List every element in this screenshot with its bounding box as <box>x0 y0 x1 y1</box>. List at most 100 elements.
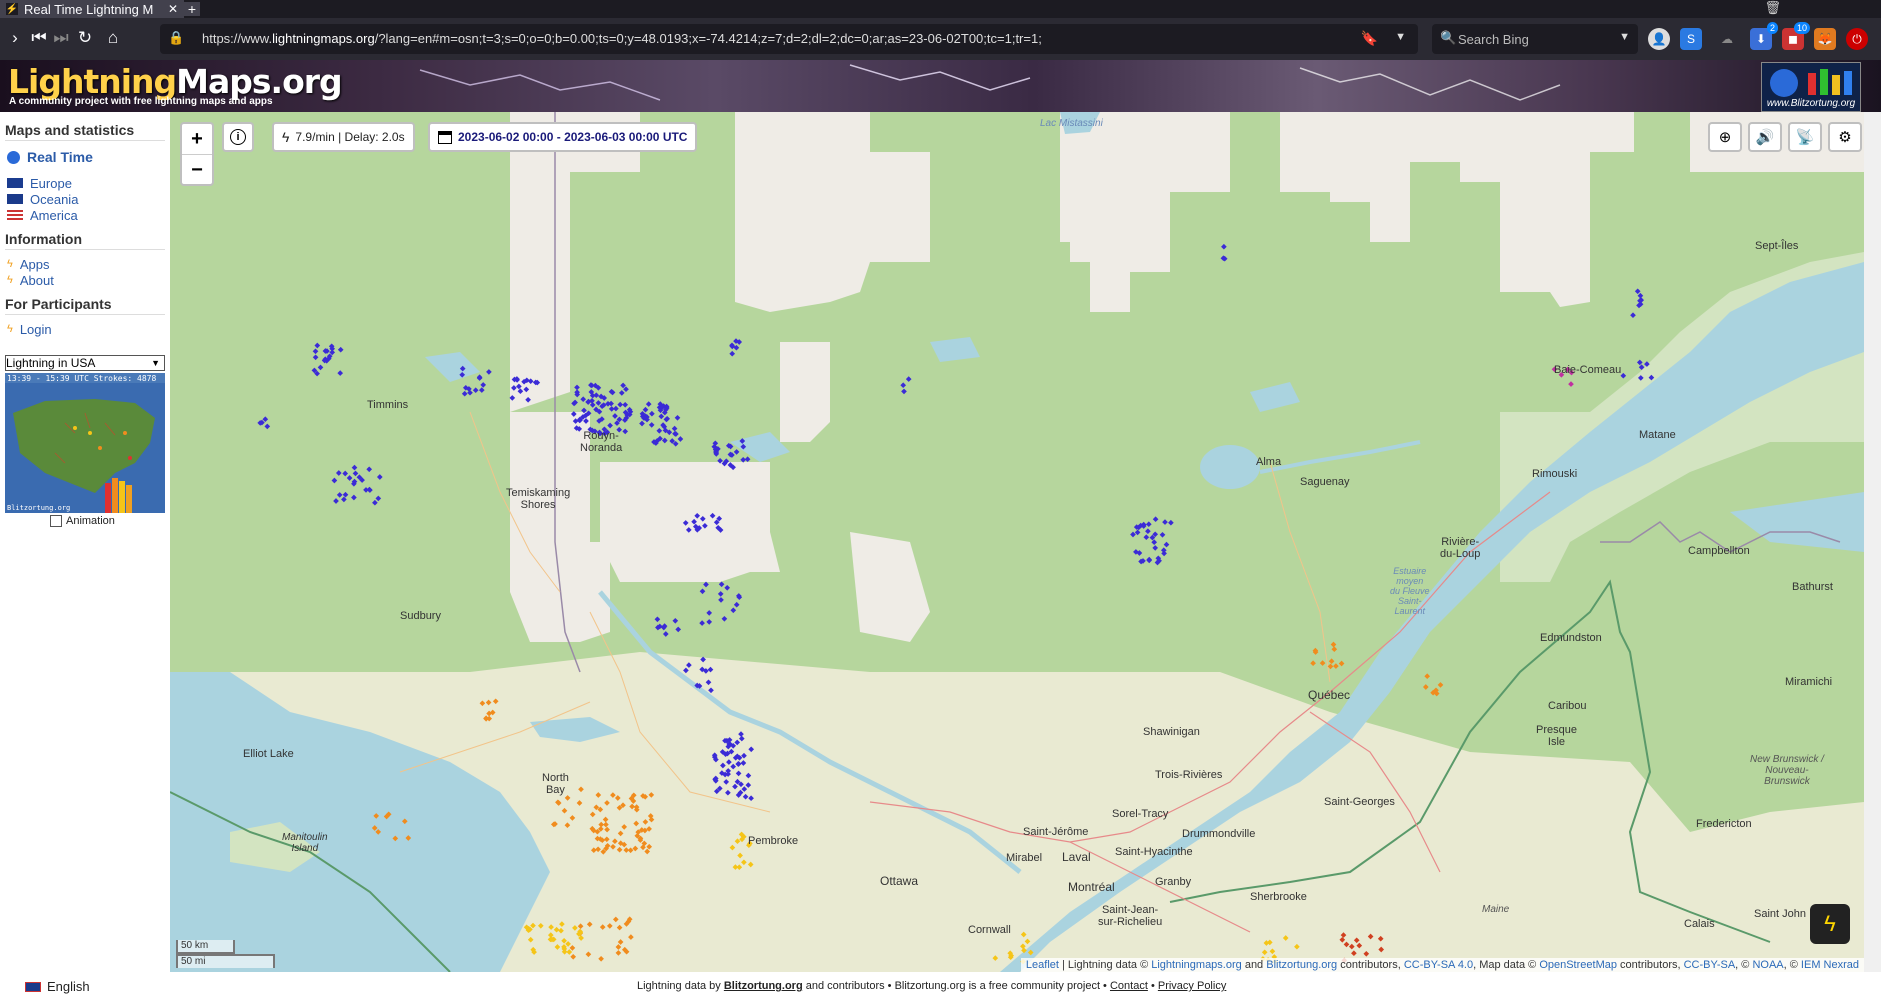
map-label: Saint-Jérôme <box>1023 826 1089 838</box>
lightning-strike-marker <box>1162 519 1168 525</box>
url-text[interactable]: https://www.lightningmaps.org/?lang=en#m… <box>202 31 1042 46</box>
disabled-extension-icon[interactable]: ☁ <box>1716 28 1738 50</box>
browser-tab[interactable]: ⚡ Real Time Lightning M ✕ <box>0 0 184 18</box>
animation-checkbox[interactable] <box>50 515 62 527</box>
sound-button[interactable]: 🔊 <box>1748 122 1782 152</box>
zoom-in-button[interactable]: + <box>182 124 212 155</box>
language-selector[interactable]: English <box>25 979 90 994</box>
adblock-icon[interactable]: ◼ 10 <box>1782 22 1810 50</box>
trash-icon[interactable]: 🗑 <box>1764 0 1781 16</box>
lightning-strike-marker <box>480 382 487 388</box>
date-range-selector[interactable]: 2023-06-02 00:00 - 2023-06-03 00:00 UTC <box>428 122 698 152</box>
lightning-strike-marker <box>685 527 692 533</box>
privacy-policy-link[interactable]: Privacy Policy <box>1158 980 1226 992</box>
power-extension-icon[interactable]: ⏻ <box>1846 28 1868 50</box>
map-label: Shawinigan <box>1143 726 1200 738</box>
lightning-strike-marker <box>1424 673 1431 680</box>
blitzortung-link[interactable]: Blitzortung.org <box>1266 959 1337 971</box>
lightning-strike-marker <box>732 783 738 790</box>
lightning-strike-marker <box>262 416 269 423</box>
lightning-strike-marker <box>658 413 665 420</box>
map-label: Saint-Georges <box>1324 796 1395 808</box>
animation-toggle[interactable]: Animation <box>50 515 115 527</box>
search-bar[interactable]: 🔍 Search Bing ▼ <box>1432 24 1638 54</box>
sidebar-item-about[interactable]: ϟ About <box>7 272 170 288</box>
blitzortung-app-button[interactable]: ϟ <box>1810 904 1850 944</box>
usa-lightning-thumbnail[interactable]: 13:39 - 15:39 UTC Strokes: 4878 Blitzort… <box>5 373 165 513</box>
close-tab-icon[interactable]: ✕ <box>168 2 178 16</box>
map-label: Granby <box>1155 876 1192 888</box>
lightning-strike-marker <box>537 922 544 929</box>
contact-link[interactable]: Contact <box>1110 980 1148 992</box>
lightningmaps-link[interactable]: Lightningmaps.org <box>1151 959 1242 971</box>
lightning-strike-marker <box>1339 936 1346 943</box>
eu-flag-icon <box>7 178 23 188</box>
extension-badge-icon[interactable]: ⬇ 2 <box>1750 22 1778 50</box>
account-icon[interactable]: 👤 <box>1648 28 1670 50</box>
lightning-strike-marker <box>603 836 610 843</box>
attribution-text: | Lightning data © <box>1058 959 1152 971</box>
lightning-strike-marker <box>342 491 349 498</box>
lightning-strike-marker <box>662 631 669 637</box>
osm-link[interactable]: OpenStreetMap <box>1539 959 1617 971</box>
page-scrollbar[interactable] <box>1864 112 1881 972</box>
license-link[interactable]: CC-BY-SA 4.0 <box>1404 959 1473 971</box>
sidebar-item-apps[interactable]: ϟ Apps <box>7 256 170 272</box>
lightning-strike-marker <box>748 746 755 753</box>
locate-button[interactable]: ⊕ <box>1708 122 1742 152</box>
leaflet-link[interactable]: Leaflet <box>1026 959 1059 971</box>
sidebar-item-america[interactable]: America <box>7 207 170 223</box>
sidebar-item-europe[interactable]: Europe <box>7 175 170 191</box>
map-label: Rimouski <box>1532 468 1578 480</box>
credits-text: and contributors • Blitzortung.org is a … <box>802 980 1110 992</box>
license-link[interactable]: CC-BY-SA <box>1684 959 1736 971</box>
sidebar-item-oceania[interactable]: Oceania <box>7 191 170 207</box>
skip-back-icon[interactable]: ⏮ <box>28 27 50 49</box>
lightning-map[interactable]: Lac Mistassini Timmins Rouyn- Noranda Te… <box>170 112 1864 972</box>
lightning-strike-marker <box>312 354 319 361</box>
shield-lock-icon[interactable]: 🔒 <box>168 30 184 46</box>
new-tab-button[interactable]: + <box>184 2 200 16</box>
lightning-strike-marker <box>366 486 373 493</box>
stations-button[interactable]: 📡 <box>1788 122 1822 152</box>
lightning-strike-marker <box>735 770 742 777</box>
fox-extension-icon[interactable]: 🦊 <box>1814 28 1836 50</box>
lightning-strike-marker <box>479 700 486 707</box>
address-bar[interactable]: 🔒 https://www.lightningmaps.org/?lang=en… <box>160 24 1418 54</box>
chevron-down-icon[interactable]: ▼ <box>1619 31 1630 43</box>
lightning-strike-marker <box>1644 361 1650 367</box>
lightning-strike-marker <box>734 739 741 746</box>
map-label: Alma <box>1256 456 1282 468</box>
iem-link[interactable]: IEM Nexrad <box>1801 959 1859 971</box>
lightning-strike-marker <box>351 464 358 471</box>
zoom-out-button[interactable]: − <box>182 155 212 185</box>
region-select[interactable]: Lightning in USA ▼ <box>5 355 165 371</box>
map-label: Saint John <box>1754 908 1806 920</box>
bookmark-icon[interactable]: 🔖 <box>1361 30 1378 47</box>
noaa-link[interactable]: NOAA <box>1752 959 1783 971</box>
reload-icon[interactable]: ↻ <box>74 27 96 49</box>
lightning-strike-marker <box>741 786 748 792</box>
lightning-strike-marker <box>564 822 571 829</box>
settings-button[interactable]: ⚙ <box>1828 122 1862 152</box>
lightning-strike-marker <box>525 396 531 403</box>
map-scale: 50 km 50 mi <box>176 940 275 968</box>
chevron-down-icon[interactable]: ▼ <box>1395 31 1406 43</box>
home-icon[interactable]: ⌂ <box>102 27 124 49</box>
lightning-strike-marker <box>375 495 382 502</box>
forward-chevron-icon[interactable]: › <box>4 27 26 49</box>
lightning-strike-marker <box>1282 935 1289 941</box>
lightning-strike-marker <box>648 422 655 428</box>
lightning-strike-marker <box>602 816 609 823</box>
blitzortung-logo[interactable]: www.Blitzortung.org <box>1761 62 1861 112</box>
lightning-strike-marker <box>639 420 645 427</box>
strike-rate-indicator[interactable]: ϟ 7.9/min | Delay: 2.0s <box>272 122 415 152</box>
info-button[interactable]: i <box>222 122 254 152</box>
map-label: Miramichi <box>1785 676 1833 688</box>
blitzortung-footer-link[interactable]: Blitzortung.org <box>724 980 803 992</box>
skip-forward-icon[interactable]: ⏭ <box>50 27 72 49</box>
sidebar-item-realtime[interactable]: Real Time <box>7 147 170 167</box>
s-extension-icon[interactable]: S <box>1680 28 1702 50</box>
map-label: Temiskaming Shores <box>506 487 571 511</box>
sidebar-item-login[interactable]: ϟ Login <box>7 321 170 337</box>
